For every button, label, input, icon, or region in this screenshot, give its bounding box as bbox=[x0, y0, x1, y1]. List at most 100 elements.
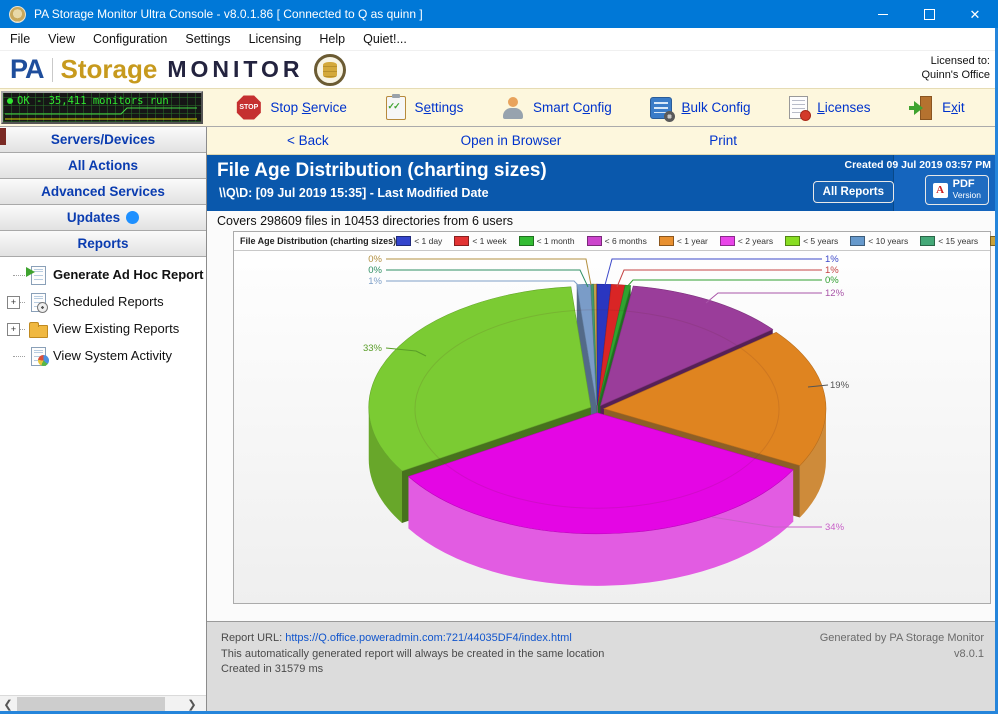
sidebar-section-label: Servers/Devices bbox=[51, 132, 155, 147]
sidebar-section-label: All Actions bbox=[68, 158, 138, 173]
sidebar-hscrollbar[interactable]: ❮ ❯ bbox=[0, 695, 206, 712]
licenses-button[interactable]: Licenses bbox=[789, 96, 870, 119]
sidebar-section-reports[interactable]: Reports bbox=[0, 230, 206, 257]
sidebar-section-label: Advanced Services bbox=[41, 184, 165, 199]
legend-swatch bbox=[519, 236, 534, 246]
legend-item-1-week: < 1 week bbox=[454, 236, 506, 246]
exit-button[interactable]: Exit bbox=[909, 96, 965, 120]
pct-label-0: 0% bbox=[368, 254, 382, 265]
window-controls: ✕ bbox=[860, 0, 998, 28]
report-created: Created 09 Jul 2019 03:57 PM bbox=[845, 159, 992, 171]
legend-item-6-months: < 6 months bbox=[587, 236, 647, 246]
menu-item-help[interactable]: Help bbox=[310, 32, 354, 46]
scroll-right-icon[interactable]: ❯ bbox=[184, 696, 200, 712]
legend-label: < 1 week bbox=[472, 236, 506, 246]
report-url-label: Report URL: bbox=[221, 632, 282, 644]
pct-label-3: 33% bbox=[363, 343, 383, 354]
legend-item-1-year: < 1 year bbox=[659, 236, 708, 246]
sidebar-section-advanced-services[interactable]: Advanced Services bbox=[0, 178, 206, 205]
minimize-button[interactable] bbox=[860, 0, 906, 28]
scheduled-report-icon bbox=[28, 291, 48, 313]
status-sparkline bbox=[3, 93, 199, 122]
legend-swatch bbox=[785, 236, 800, 246]
sidebar-section-servers-devices[interactable]: Servers/Devices bbox=[0, 126, 206, 153]
close-icon: ✕ bbox=[970, 8, 981, 21]
report-url-link[interactable]: https://Q.office.poweradmin.com:721/4403… bbox=[285, 632, 572, 644]
pct-label-7: 12% bbox=[825, 288, 845, 299]
tree-item-label: View System Activity bbox=[53, 348, 172, 363]
pct-label-2: 1% bbox=[368, 276, 382, 287]
legend-label: < 15 years bbox=[938, 236, 978, 246]
legend-item-10-years: < 10 years bbox=[850, 236, 908, 246]
chart-legend-title: File Age Distribution (charting sizes) bbox=[240, 236, 396, 246]
close-button[interactable]: ✕ bbox=[952, 0, 998, 28]
pct-label-8: 19% bbox=[830, 380, 850, 391]
main-panel: < Back Open in Browser Print File Age Di… bbox=[207, 127, 998, 712]
licensed-to: Licensed to: Quinn's Office bbox=[921, 54, 990, 82]
pdf-version-button[interactable]: A PDF Version bbox=[925, 175, 989, 205]
stop-service-button[interactable]: Stop Service bbox=[236, 95, 347, 120]
legend-item-1-day: < 1 day bbox=[396, 236, 442, 246]
all-reports-button[interactable]: All Reports bbox=[813, 181, 894, 203]
pdf-sublabel: Version bbox=[953, 190, 981, 201]
maximize-button[interactable] bbox=[906, 0, 952, 28]
sidebar: Servers/Devices All Actions Advanced Servi… bbox=[0, 127, 206, 712]
updates-badge-icon bbox=[126, 211, 139, 224]
tree-item-scheduled-reports[interactable]: + Scheduled Reports bbox=[0, 288, 206, 315]
tree-item-generate-ad-hoc-report[interactable]: Generate Ad Hoc Report bbox=[0, 261, 206, 288]
stop-service-label: Stop Service bbox=[270, 100, 347, 115]
scroll-left-icon[interactable]: ❮ bbox=[0, 696, 16, 712]
sidebar-section-updates[interactable]: Updates bbox=[0, 204, 206, 231]
expander-plus-icon[interactable]: + bbox=[7, 296, 20, 309]
window-title: PA Storage Monitor Ultra Console - v8.0.… bbox=[34, 7, 423, 21]
scrollbar-thumb[interactable] bbox=[17, 697, 165, 711]
settings-button[interactable]: Settings bbox=[386, 96, 464, 120]
menu-item-licensing[interactable]: Licensing bbox=[240, 32, 311, 46]
legend-swatch bbox=[720, 236, 735, 246]
menu-bar: FileViewConfigurationSettingsLicensingHe… bbox=[0, 28, 998, 51]
report-action-bar: < Back Open in Browser Print bbox=[207, 127, 998, 155]
app-window: PA Storage Monitor Ultra Console - v8.0.… bbox=[0, 0, 998, 714]
tree-item-view-existing-reports[interactable]: + View Existing Reports bbox=[0, 315, 206, 342]
menu-item-configuration[interactable]: Configuration bbox=[84, 32, 176, 46]
menu-item-settings[interactable]: Settings bbox=[176, 32, 239, 46]
legend-swatch bbox=[396, 236, 411, 246]
pdf-icon: A bbox=[933, 183, 948, 198]
legend-item-1-month: < 1 month bbox=[519, 236, 575, 246]
licenses-label: Licenses bbox=[817, 100, 870, 115]
bulk-config-button[interactable]: Bulk Config bbox=[650, 97, 750, 119]
tree-item-label: View Existing Reports bbox=[53, 321, 179, 336]
tree-item-view-system-activity[interactable]: View System Activity bbox=[0, 342, 206, 369]
expander-plus-icon[interactable]: + bbox=[7, 323, 20, 336]
menu-item-file[interactable]: File bbox=[0, 32, 39, 46]
database-icon bbox=[314, 54, 346, 86]
legend-item-2-years: < 2 years bbox=[720, 236, 773, 246]
legend-swatch bbox=[454, 236, 469, 246]
tree-item-label: Scheduled Reports bbox=[53, 294, 164, 309]
logo-pa: PA bbox=[10, 54, 44, 85]
print-link[interactable]: Print bbox=[709, 133, 737, 148]
legend-label: < 6 months bbox=[605, 236, 647, 246]
pct-label-4: 1% bbox=[825, 254, 839, 265]
exit-door-icon bbox=[909, 96, 933, 120]
menu-item-quiet[interactable]: Quiet!... bbox=[354, 32, 416, 46]
person-icon bbox=[502, 96, 524, 120]
smart-config-button[interactable]: Smart Config bbox=[502, 96, 612, 120]
generator-version: v8.0.1 bbox=[820, 647, 984, 663]
report-summary: Covers 298609 files in 10453 directories… bbox=[207, 211, 998, 228]
callout-line-1 bbox=[386, 270, 588, 287]
activity-pie-icon bbox=[28, 345, 48, 367]
report-body: Covers 298609 files in 10453 directories… bbox=[207, 211, 998, 712]
pct-label-6: 0% bbox=[825, 275, 839, 286]
report-header: File Age Distribution (charting sizes) \… bbox=[207, 155, 998, 211]
sidebar-section-all-actions[interactable]: All Actions bbox=[0, 152, 206, 179]
chart-legend: File Age Distribution (charting sizes) <… bbox=[234, 232, 990, 251]
menu-item-view[interactable]: View bbox=[39, 32, 84, 46]
legend-swatch bbox=[850, 236, 865, 246]
legend-swatch bbox=[587, 236, 602, 246]
report-footer-created-in: Created in 31579 ms bbox=[221, 662, 998, 678]
app-icon bbox=[9, 6, 26, 23]
open-in-browser-link[interactable]: Open in Browser bbox=[461, 133, 562, 148]
back-link[interactable]: < Back bbox=[287, 133, 329, 148]
report-footer: Report URL: https://Q.office.poweradmin.… bbox=[207, 621, 998, 712]
